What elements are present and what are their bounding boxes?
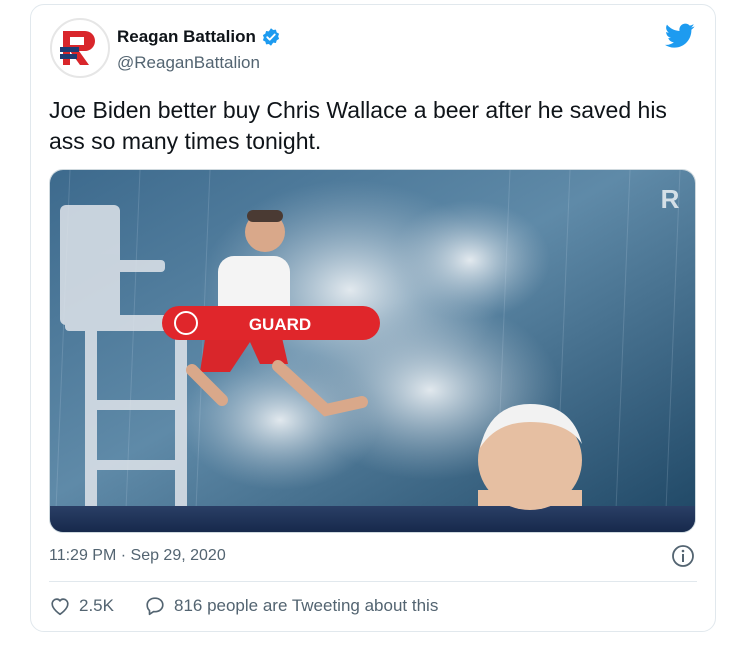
twitter-bird-icon[interactable] <box>665 23 695 49</box>
author-name-row[interactable]: Reagan Battalion <box>117 27 281 47</box>
like-button[interactable]: 2.5K <box>49 595 114 617</box>
tweet-timestamp[interactable]: 11:29 PM · Sep 29, 2020 <box>49 547 226 565</box>
heart-icon <box>51 598 69 616</box>
tweet-media-image[interactable]: GUARD R <box>49 169 696 533</box>
info-icon[interactable] <box>671 544 695 568</box>
rescue-buoy: GUARD <box>162 306 380 340</box>
author-display-name[interactable]: Reagan Battalion <box>117 27 256 47</box>
watermark-logo: R <box>661 184 680 214</box>
author-handle[interactable]: @ReaganBattalion <box>117 53 260 73</box>
speech-bubble-icon <box>146 597 164 616</box>
biden-head <box>478 404 582 510</box>
sea-horizon <box>50 506 695 532</box>
verified-badge-icon <box>261 27 281 47</box>
conversation-link[interactable]: 816 people are Tweeting about this <box>144 595 438 617</box>
like-count: 2.5K <box>79 596 114 615</box>
tweet-actions: 2.5K 816 people are Tweeting about this <box>49 595 468 617</box>
tweet-card: Reagan Battalion @ReaganBattalion Joe Bi… <box>30 4 716 632</box>
conversation-text: 816 people are Tweeting about this <box>173 596 439 615</box>
avatar[interactable] <box>49 17 111 79</box>
divider <box>49 581 697 582</box>
tweet-text: Joe Biden better buy Chris Wallace a bee… <box>49 97 667 154</box>
buoy-label: GUARD <box>249 315 311 334</box>
reagan-battalion-logo-icon <box>49 17 111 79</box>
